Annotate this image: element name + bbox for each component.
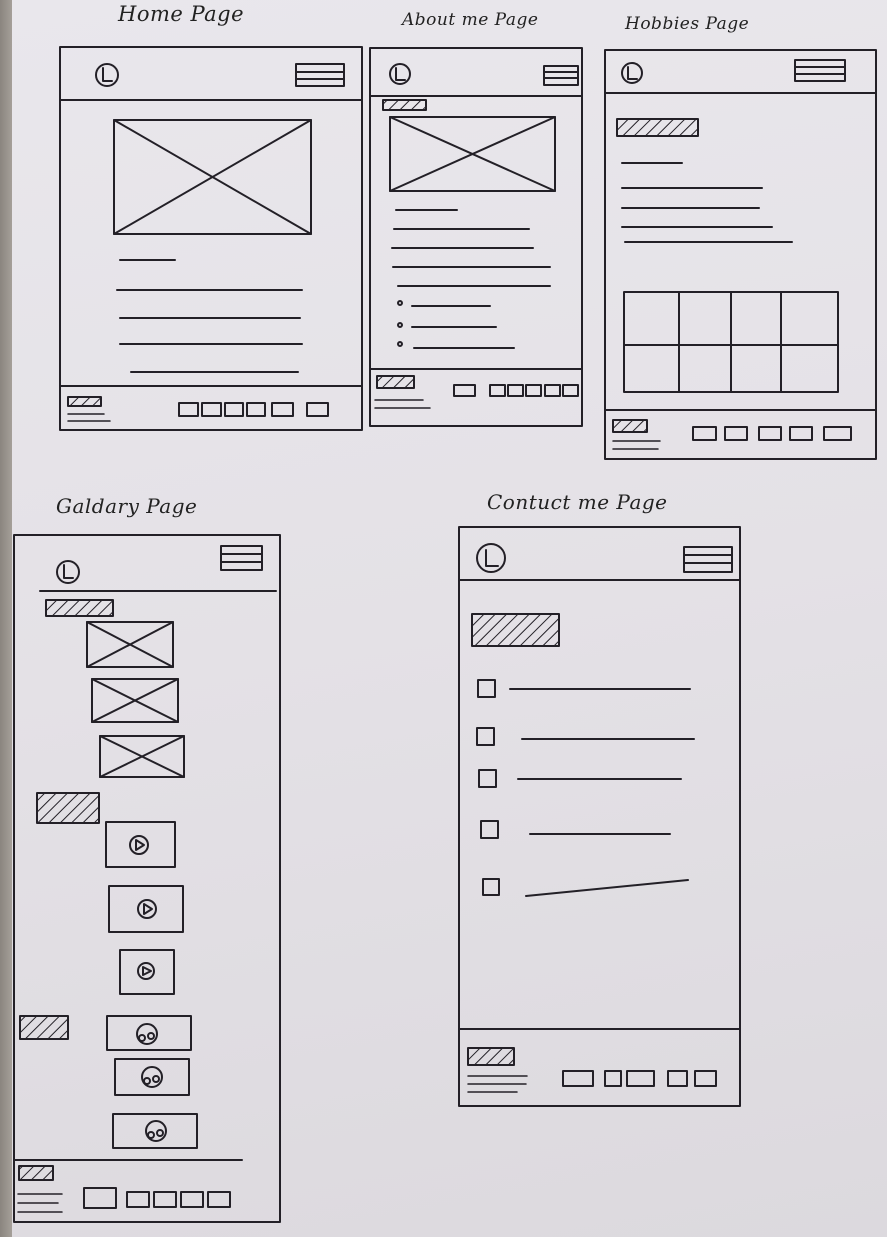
image-placeholder-icon xyxy=(389,116,556,192)
logo-circle-icon xyxy=(476,543,506,573)
image-placeholder-icon xyxy=(91,678,179,723)
contact-page-wireframe xyxy=(458,526,741,1107)
video-play-icon xyxy=(119,949,175,995)
hobbies-page-wireframe xyxy=(604,49,877,460)
contact-info-list xyxy=(476,679,695,897)
hamburger-menu-icon xyxy=(683,546,733,573)
footer-social-icons xyxy=(453,384,579,397)
audio-icon xyxy=(106,1015,192,1051)
logo-circle-icon xyxy=(621,62,643,84)
image-placeholder-icon xyxy=(99,735,185,778)
home-page-wireframe xyxy=(59,46,363,431)
audio-icon xyxy=(112,1113,198,1149)
audio-icon xyxy=(114,1058,190,1096)
hamburger-menu-icon xyxy=(220,545,263,571)
footer-social-icons xyxy=(562,1070,717,1087)
footer-social-icons xyxy=(178,402,329,417)
footer-social-icons xyxy=(692,426,852,441)
hamburger-menu-icon xyxy=(295,63,345,87)
logo-circle-icon xyxy=(56,560,80,584)
hamburger-menu-icon xyxy=(543,65,579,86)
hamburger-menu-icon xyxy=(794,59,846,82)
logo-circle-icon xyxy=(95,63,119,87)
image-placeholder-icon xyxy=(86,621,174,668)
gallery-page-wireframe xyxy=(13,534,281,1223)
wireframe-sketches xyxy=(13,46,877,1223)
video-play-icon xyxy=(108,885,184,933)
image-placeholder-icon xyxy=(113,119,312,235)
video-play-icon xyxy=(105,821,176,868)
logo-circle-icon xyxy=(389,63,411,85)
about-page-wireframe xyxy=(369,47,583,427)
footer-social-icons xyxy=(83,1187,231,1209)
hobbies-gallery-grid xyxy=(623,291,839,393)
footer-heading xyxy=(67,396,102,407)
